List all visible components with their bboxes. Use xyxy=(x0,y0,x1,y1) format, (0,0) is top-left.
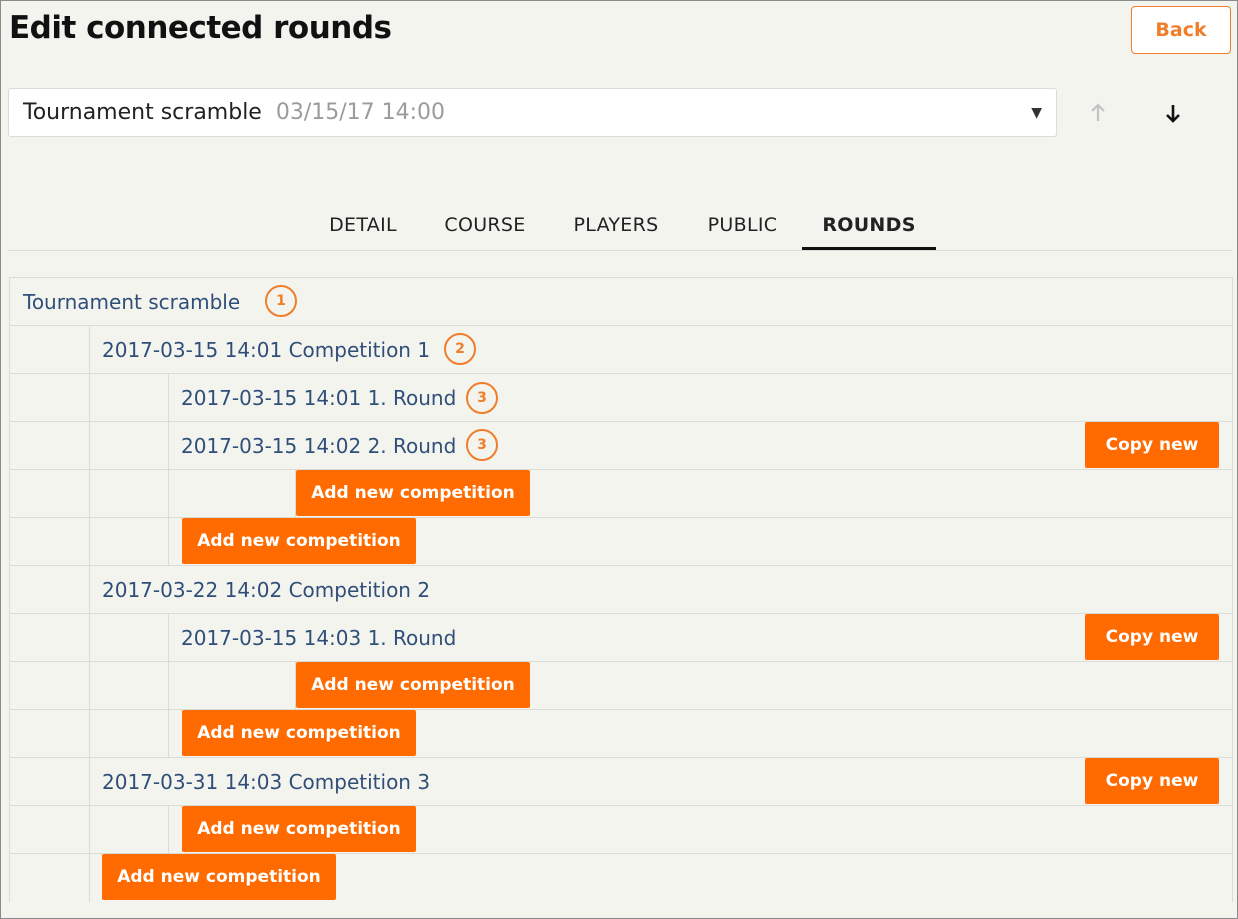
arrow-up-icon[interactable] xyxy=(1081,96,1115,130)
indent-cell xyxy=(90,422,169,469)
indent-cell xyxy=(10,854,90,902)
tab-course[interactable]: COURSE xyxy=(435,200,535,250)
caret-down-icon: ▼ xyxy=(1031,105,1042,121)
indent-cell xyxy=(10,614,90,661)
indent-cell xyxy=(169,662,296,709)
copy-new-button[interactable]: Copy new xyxy=(1085,422,1219,468)
step-badge: 2 xyxy=(444,333,476,365)
add-competition-button[interactable]: Add new competition xyxy=(182,710,416,756)
indent-cell xyxy=(10,566,90,613)
tree-row-round: 2017-03-15 14:01 1. Round 3 xyxy=(10,374,1232,422)
tree-row-round: 2017-03-15 14:03 1. Round Copy new xyxy=(10,614,1232,662)
competition-link[interactable]: 2017-03-15 14:01 Competition 1 xyxy=(102,326,430,373)
tree-row-add: Add new competition xyxy=(10,710,1232,758)
add-competition-button[interactable]: Add new competition xyxy=(182,806,416,852)
selector-date: 03/15/17 14:00 xyxy=(275,100,446,125)
step-badge: 1 xyxy=(265,285,297,317)
indent-cell xyxy=(90,470,169,517)
indent-cell xyxy=(10,470,90,517)
indent-cell xyxy=(10,374,90,421)
competition-link[interactable]: 2017-03-31 14:03 Competition 3 xyxy=(102,758,430,805)
step-badge: 3 xyxy=(466,382,498,414)
round-link[interactable]: 2017-03-15 14:03 1. Round xyxy=(181,614,456,661)
tree-row-competition: 2017-03-15 14:01 Competition 1 2 xyxy=(10,326,1232,374)
tab-rounds[interactable]: ROUNDS xyxy=(802,200,936,250)
tree-row-add: Add new competition xyxy=(10,806,1232,854)
indent-cell xyxy=(10,662,90,709)
tree-row-add: Add new competition xyxy=(10,662,1232,710)
add-competition-button[interactable]: Add new competition xyxy=(102,854,336,900)
tree-row-root: Tournament scramble 1 xyxy=(10,278,1232,326)
indent-cell xyxy=(90,518,169,565)
tree-row-round: 2017-03-15 14:02 2. Round 3 Copy new xyxy=(10,422,1232,470)
step-badge: 3 xyxy=(466,429,498,461)
root-link[interactable]: Tournament scramble xyxy=(23,278,240,325)
round-link[interactable]: 2017-03-15 14:01 1. Round xyxy=(181,374,456,421)
round-selector[interactable]: Tournament scramble 03/15/17 14:00 ▼ xyxy=(8,88,1057,137)
add-competition-button[interactable]: Add new competition xyxy=(182,518,416,564)
tree-row-add: Add new competition xyxy=(10,518,1232,566)
indent-cell xyxy=(90,806,169,853)
indent-cell xyxy=(90,614,169,661)
tab-detail[interactable]: DETAIL xyxy=(318,200,408,250)
indent-cell xyxy=(10,422,90,469)
tree-row-competition: 2017-03-31 14:03 Competition 3 Copy new xyxy=(10,758,1232,806)
indent-cell xyxy=(10,326,90,373)
indent-cell xyxy=(90,710,169,757)
selector-name: Tournament scramble xyxy=(23,100,262,125)
tree-row-add: Add new competition xyxy=(10,470,1232,518)
indent-cell xyxy=(10,806,90,853)
indent-cell xyxy=(10,518,90,565)
tab-players[interactable]: PLAYERS xyxy=(564,200,668,250)
tree-row-add: Add new competition xyxy=(10,854,1232,902)
indent-cell xyxy=(169,470,296,517)
indent-cell xyxy=(10,758,90,805)
tab-public[interactable]: PUBLIC xyxy=(695,200,790,250)
indent-cell xyxy=(10,710,90,757)
copy-new-button[interactable]: Copy new xyxy=(1085,614,1219,660)
add-competition-button[interactable]: Add new competition xyxy=(296,662,530,708)
indent-cell xyxy=(90,662,169,709)
rounds-tree: Tournament scramble 1 2017-03-15 14:01 C… xyxy=(9,277,1233,902)
competition-link[interactable]: 2017-03-22 14:02 Competition 2 xyxy=(102,566,430,613)
indent-cell xyxy=(90,374,169,421)
round-link[interactable]: 2017-03-15 14:02 2. Round xyxy=(181,422,456,469)
page-title: Edit connected rounds xyxy=(9,10,392,46)
tree-row-competition: 2017-03-22 14:02 Competition 2 xyxy=(10,566,1232,614)
arrow-down-icon[interactable] xyxy=(1156,96,1190,130)
copy-new-button[interactable]: Copy new xyxy=(1085,758,1219,804)
back-button[interactable]: Back xyxy=(1131,6,1231,54)
add-competition-button[interactable]: Add new competition xyxy=(296,470,530,516)
tab-bar: DETAIL COURSE PLAYERS PUBLIC ROUNDS xyxy=(8,200,1232,251)
